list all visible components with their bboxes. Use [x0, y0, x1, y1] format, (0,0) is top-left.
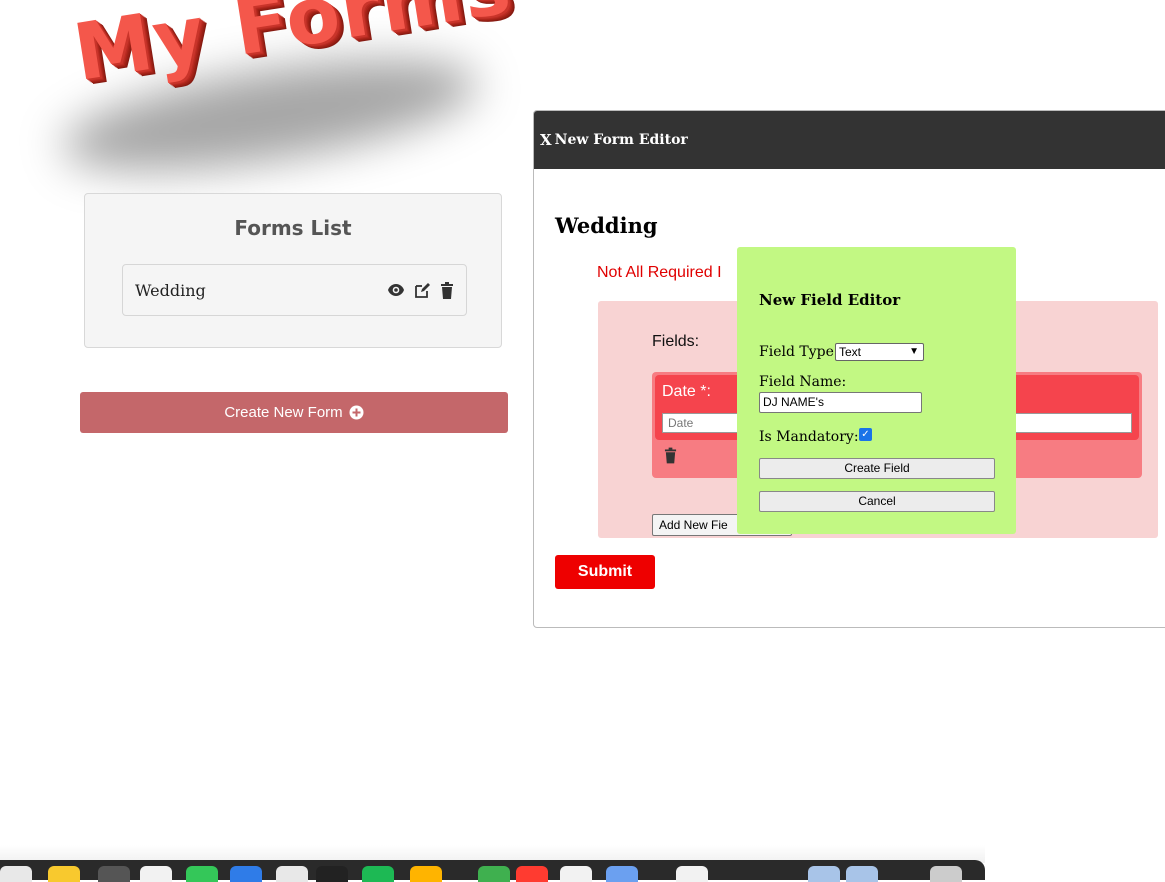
- create-new-form-label: Create New Form: [224, 404, 343, 421]
- my-forms-logo: My Forms: [40, 0, 520, 193]
- new-field-editor: New Field Editor Field Type: Text ▼ Fiel…: [737, 247, 1016, 534]
- github-icon[interactable]: [316, 866, 348, 882]
- window-icon[interactable]: [846, 866, 878, 882]
- delete-field-trash-icon[interactable]: [664, 447, 677, 464]
- field-type-value: Text: [839, 345, 862, 359]
- editor-header-title: New Form Editor: [554, 132, 688, 148]
- plus-circle-icon: [349, 405, 364, 420]
- close-editor-button[interactable]: X: [540, 131, 552, 149]
- field-label: Date *:: [662, 383, 711, 400]
- launchpad-icon[interactable]: [98, 866, 130, 882]
- eye-icon[interactable]: [387, 283, 405, 297]
- mandatory-checkbox[interactable]: ✓: [859, 428, 872, 441]
- fields-label: Fields:: [652, 333, 700, 350]
- finder-icon[interactable]: [0, 866, 32, 882]
- field-editor-title: New Field Editor: [759, 291, 901, 309]
- doc-icon[interactable]: [676, 866, 708, 882]
- field-name-label: Field Name:: [759, 374, 847, 390]
- list-item: Wedding: [122, 264, 467, 316]
- safari-icon[interactable]: [140, 866, 172, 882]
- field-type-select[interactable]: Text ▼: [835, 343, 924, 361]
- editor-header: X New Form Editor: [534, 111, 1165, 169]
- app-icon[interactable]: [478, 866, 510, 882]
- error-message: Not All Required I: [597, 264, 722, 281]
- window-icon[interactable]: [808, 866, 840, 882]
- create-new-form-button[interactable]: Create New Form: [80, 392, 508, 433]
- forms-list-title: Forms List: [234, 216, 352, 240]
- mandatory-label: Is Mandatory:: [759, 429, 859, 445]
- notes-icon[interactable]: [48, 866, 80, 882]
- mail-icon[interactable]: [230, 866, 262, 882]
- app-icon[interactable]: [560, 866, 592, 882]
- form-item-actions: [387, 281, 454, 299]
- dock: [0, 860, 985, 882]
- app-icon[interactable]: [410, 866, 442, 882]
- chevron-down-icon: ▼: [909, 346, 919, 357]
- app-icon[interactable]: [516, 866, 548, 882]
- forms-list-card: Forms List Wedding: [84, 193, 502, 348]
- form-item-name: Wedding: [135, 280, 206, 300]
- trash-icon[interactable]: [440, 281, 454, 299]
- edit-icon[interactable]: [414, 282, 431, 299]
- field-name-input[interactable]: DJ NAME's: [759, 392, 922, 413]
- app-icon[interactable]: [606, 866, 638, 882]
- create-field-button[interactable]: Create Field: [759, 458, 995, 479]
- messages-icon[interactable]: [186, 866, 218, 882]
- trash-icon[interactable]: [930, 866, 962, 882]
- cancel-button[interactable]: Cancel: [759, 491, 995, 512]
- submit-button[interactable]: Submit: [555, 555, 655, 589]
- form-title: Wedding: [555, 213, 658, 238]
- spotify-icon[interactable]: [362, 866, 394, 882]
- field-type-label: Field Type:: [759, 344, 839, 360]
- chrome-icon[interactable]: [276, 866, 308, 882]
